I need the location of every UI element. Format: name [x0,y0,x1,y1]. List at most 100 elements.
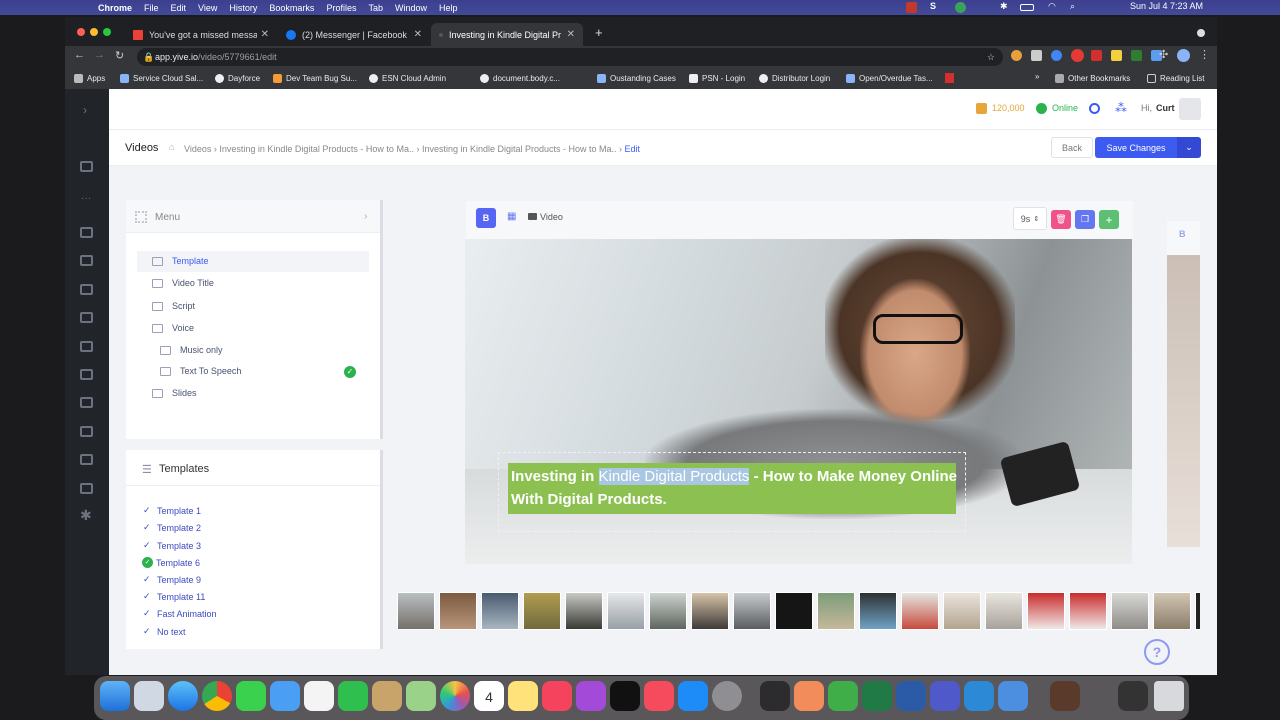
slide-thumbnail[interactable] [607,592,645,630]
more-bookmarks-icon[interactable]: » [1035,72,1039,81]
url-bar[interactable]: app.yive.io/video/5779661/edit 🔒 ☆ [137,48,1003,66]
app-menu[interactable]: Chrome [98,3,132,13]
launchpad-icon[interactable] [134,681,164,711]
template-item[interactable]: ✓ Template 11 [143,591,205,602]
extension-youtube-icon[interactable] [1071,49,1084,62]
slide-thumbnail[interactable] [1111,592,1149,630]
menubar-clock[interactable]: Sun Jul 4 7:23 AM [1130,1,1203,11]
bookmark-open-overdue[interactable]: Open/Overdue Tas... [846,68,933,89]
menu-view[interactable]: View [198,3,217,13]
save-dropdown-button[interactable]: ⌄ [1177,137,1201,158]
layers-icon[interactable] [80,255,93,266]
server-icon[interactable] [80,426,93,437]
extension-icon[interactable] [1031,50,1042,61]
reload-icon[interactable]: ↻ [115,49,124,62]
messages-icon[interactable] [236,681,266,711]
notification-ring-icon[interactable] [1089,103,1100,114]
s-status-icon[interactable]: S [930,1,936,11]
app-figure-icon[interactable] [760,681,790,711]
slide-thumbnail[interactable] [1069,592,1107,630]
add-slide-button[interactable]: + [1099,210,1119,229]
appstore-icon[interactable] [678,681,708,711]
reading-list[interactable]: Reading List [1147,68,1204,89]
slide-thumbnail[interactable] [649,592,687,630]
bookmark-dev-team[interactable]: Dev Team Bug Su... [273,68,357,89]
menu-item-script[interactable]: Script [152,301,195,311]
appletv-icon[interactable] [610,681,640,711]
safari-icon[interactable] [168,681,198,711]
template-item[interactable]: ✓ Template 9 [143,574,201,585]
minimize-window-icon[interactable] [90,28,98,36]
trash-icon[interactable] [1154,681,1184,711]
wifi-icon[interactable]: ◠ [1048,1,1056,12]
bold-button[interactable]: B [476,208,496,228]
bookmark-service-cloud[interactable]: Service Cloud Sal... [120,68,203,89]
menu-file[interactable]: File [144,3,159,13]
s-app-icon[interactable] [964,681,994,711]
menu-item-video-title[interactable]: Video Title [152,278,214,288]
breadcrumb-video-2[interactable]: Investing in Kindle Digital Products - H… [422,144,617,154]
slide-thumbnail[interactable] [691,592,729,630]
menu-item-music-only[interactable]: Music only [160,345,223,355]
kebab-menu-icon[interactable]: ⋮ [1199,48,1210,61]
app-status-icon[interactable] [906,2,917,13]
images-icon[interactable] [80,454,93,465]
grammarly-icon[interactable] [955,2,966,13]
template-item[interactable]: ✓ Template 1 [143,505,201,516]
tab-gmail[interactable]: You've got a missed message ✕ [125,23,277,46]
bookmark-oustanding[interactable]: Oustanding Cases [597,68,676,89]
breadcrumb-edit[interactable]: Edit [625,144,641,154]
calendar-icon[interactable]: 4 [474,681,504,711]
maps-icon[interactable] [406,681,436,711]
app-orange-icon[interactable] [794,681,824,711]
finder-icon[interactable] [100,681,130,711]
expand-chevron-icon[interactable]: › [83,103,87,117]
new-tab-icon[interactable]: + [595,25,603,40]
slide-thumbnail[interactable] [565,592,603,630]
bookmark-apps[interactable]: Apps [74,68,105,89]
extension-cookie-icon[interactable] [1011,50,1022,61]
star-icon[interactable]: ☆ [987,48,995,66]
notes-icon[interactable] [508,681,538,711]
app-c-icon[interactable] [828,681,858,711]
apps-icon[interactable]: ⁂ [1115,101,1127,115]
contacts-icon[interactable] [372,681,402,711]
archive-icon[interactable] [80,312,93,323]
other-bookmarks[interactable]: Other Bookmarks [1055,68,1130,89]
slide-thumbnail[interactable] [733,592,771,630]
mail-icon[interactable] [270,681,300,711]
slide-preview[interactable]: Investing in Kindle Digital Products - H… [465,239,1132,564]
more-dots-icon[interactable]: ··· [81,193,91,204]
bookmark-psn[interactable]: PSN - Login [689,68,745,89]
video-camera-icon[interactable] [80,284,93,295]
slide-thumbnail[interactable] [1027,592,1065,630]
menu-profiles[interactable]: Profiles [326,3,356,13]
menu-item-template[interactable]: Template [152,256,209,266]
slide-thumbnail[interactable] [439,592,477,630]
help-icon[interactable]: ? [1144,639,1170,665]
menu-help[interactable]: Help [439,3,458,13]
menu-edit[interactable]: Edit [171,3,187,13]
slide-thumbnail[interactable] [859,592,897,630]
template-item[interactable]: ✓ Template 2 [143,522,201,533]
close-tab-icon[interactable]: ✕ [414,29,422,40]
music-icon[interactable] [542,681,572,711]
tab-messenger[interactable]: (2) Messenger | Facebook ✕ [278,23,430,46]
chart-icon[interactable] [80,369,93,380]
duration-select[interactable]: 9s ⇕ [1013,207,1047,230]
menu-bookmarks[interactable]: Bookmarks [269,3,314,13]
back-arrow-icon[interactable]: ← [74,49,85,61]
extension-color-icon[interactable] [1051,50,1062,61]
menu-chevron-icon[interactable]: › [364,211,367,222]
photos-icon[interactable] [440,681,470,711]
home-icon[interactable]: ⌂ [169,142,174,152]
bluetooth-icon[interactable]: ✱ [1000,1,1008,12]
bookmark-distributor[interactable]: Distributor Login [759,68,830,89]
t-app-icon[interactable] [998,681,1028,711]
back-button[interactable]: Back [1051,137,1093,158]
menu-item-voice[interactable]: Voice [152,323,194,333]
grid-icon[interactable]: ▦ [507,211,516,222]
e-bookmark-icon[interactable] [945,73,954,83]
facetime-icon[interactable] [338,681,368,711]
screenshot-icon[interactable] [1118,681,1148,711]
